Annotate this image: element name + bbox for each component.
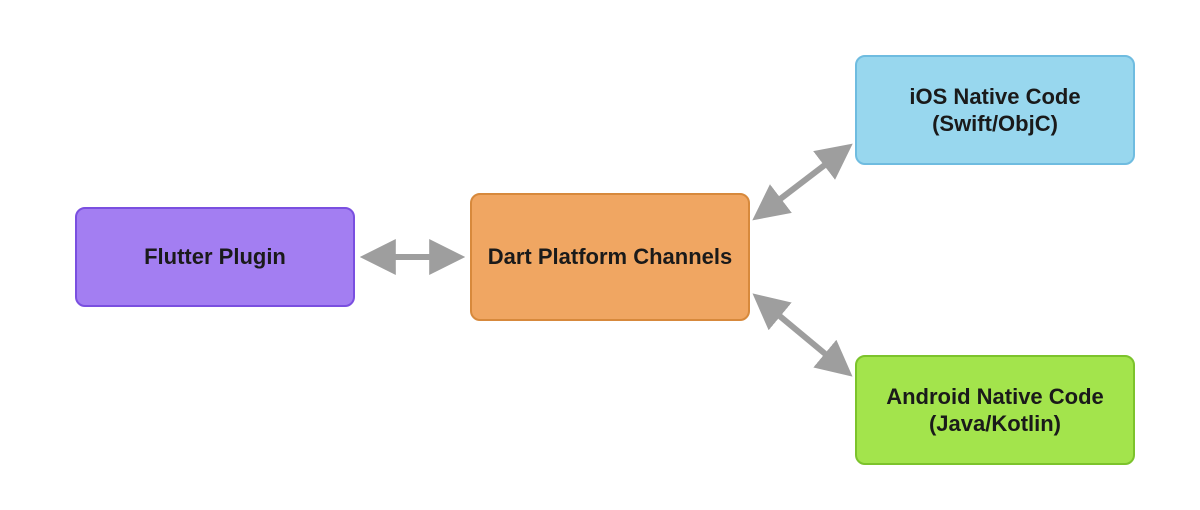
node-android-native: Android Native Code (Java/Kotlin) xyxy=(855,355,1135,465)
node-label: Dart Platform Channels xyxy=(488,243,733,271)
node-flutter-plugin: Flutter Plugin xyxy=(75,207,355,307)
node-ios-native: iOS Native Code (Swift/ObjC) xyxy=(855,55,1135,165)
edge-channels-android xyxy=(758,298,847,372)
node-label: Flutter Plugin xyxy=(144,243,286,271)
node-label: iOS Native Code (Swift/ObjC) xyxy=(869,83,1121,138)
node-label: Android Native Code (Java/Kotlin) xyxy=(869,383,1121,438)
edge-channels-ios xyxy=(758,148,847,216)
diagram-canvas: Flutter Plugin Dart Platform Channels iO… xyxy=(0,0,1200,510)
node-dart-platform-channels: Dart Platform Channels xyxy=(470,193,750,321)
